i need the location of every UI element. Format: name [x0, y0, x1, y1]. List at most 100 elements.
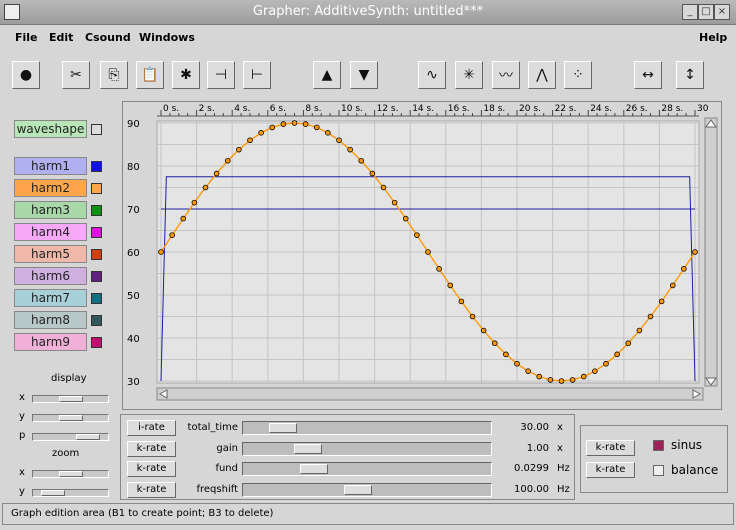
random-wave-button[interactable]: ⋀ — [528, 61, 556, 89]
move-up-button[interactable]: ▲ — [313, 61, 341, 89]
harm1-color-swatch[interactable] — [91, 161, 102, 172]
param-total_time-slider-knob[interactable] — [269, 423, 298, 433]
curve-point[interactable] — [213, 170, 220, 177]
menu-edit[interactable]: Edit — [49, 31, 73, 44]
option-rate-button-1[interactable]: k-rate — [586, 440, 635, 456]
curve-point[interactable] — [458, 298, 465, 305]
copy-button[interactable]: ⎘ — [100, 61, 128, 89]
param-gain-rate-button[interactable]: k-rate — [127, 440, 176, 457]
record-button[interactable]: ● — [12, 61, 40, 89]
cut-button[interactable]: ✂ — [62, 61, 90, 89]
option-rate-button-2[interactable]: k-rate — [586, 462, 635, 478]
curve-point[interactable] — [658, 298, 665, 305]
curve-point[interactable] — [503, 351, 509, 358]
waveshape-toggle[interactable]: waveshape — [14, 120, 87, 138]
curve-point[interactable] — [447, 282, 454, 289]
harm3-toggle[interactable]: harm3 — [14, 201, 87, 219]
harm4-toggle[interactable]: harm4 — [14, 223, 87, 241]
display-p-slider[interactable] — [32, 433, 109, 441]
move-down-button[interactable]: ▼ — [350, 61, 378, 89]
curve-point[interactable] — [380, 184, 387, 191]
curve-point[interactable] — [569, 377, 576, 383]
graph-edit-area[interactable]: 0 s. 2 s. 4 s. 6 s. 8 s. 10 s. 12 s. 14 s. 16 s.… — [122, 101, 722, 410]
curve-point[interactable] — [625, 340, 632, 347]
vertical-scrollbar[interactable] — [704, 117, 718, 387]
stretch-horizontal-button[interactable]: ↔ — [634, 61, 662, 89]
curve-point[interactable] — [258, 130, 264, 136]
zoom-x-slider[interactable] — [32, 470, 109, 478]
noise-button[interactable]: 〰 — [492, 61, 520, 89]
curve-point[interactable] — [536, 373, 543, 380]
curve-point[interactable] — [325, 130, 331, 136]
param-gain-slider[interactable] — [242, 441, 492, 456]
curve-point[interactable] — [480, 327, 487, 334]
curve-point[interactable] — [269, 124, 276, 131]
curve-point[interactable] — [236, 146, 242, 153]
curve-point[interactable] — [525, 368, 531, 374]
display-y-slider-knob[interactable] — [58, 415, 83, 421]
param-total_time-rate-button[interactable]: i-rate — [127, 420, 176, 436]
curve-point[interactable] — [558, 378, 565, 384]
curve-point[interactable] — [636, 327, 643, 334]
display-p-slider-knob[interactable] — [76, 434, 101, 440]
curve-point[interactable] — [391, 199, 398, 206]
curve-point[interactable] — [336, 137, 342, 144]
curve-point[interactable] — [647, 313, 654, 320]
harm9-color-swatch[interactable] — [91, 337, 102, 348]
harm6-toggle[interactable]: harm6 — [14, 267, 87, 285]
curve-point[interactable] — [347, 146, 353, 153]
settings-button[interactable]: ✱ — [172, 61, 200, 89]
import-wave-button[interactable]: ⊢ — [243, 61, 271, 89]
harm2-toggle[interactable]: harm2 — [14, 179, 87, 197]
harm6-color-swatch[interactable] — [91, 271, 102, 282]
curve-point[interactable] — [425, 249, 431, 255]
curve-point[interactable] — [469, 313, 476, 320]
menu-help[interactable]: Help — [699, 31, 727, 44]
param-fund-rate-button[interactable]: k-rate — [127, 461, 176, 477]
curve-point[interactable] — [247, 137, 253, 144]
harm7-toggle[interactable]: harm7 — [14, 289, 87, 307]
curve-point[interactable] — [291, 120, 298, 126]
display-y-slider[interactable] — [32, 414, 109, 422]
balance-checkbox[interactable] — [653, 465, 664, 476]
param-fund-slider[interactable] — [242, 462, 492, 476]
harm4-color-swatch[interactable] — [91, 227, 102, 238]
close-button[interactable]: × — [714, 4, 730, 20]
curve-point[interactable] — [414, 232, 420, 238]
sinus-checkbox[interactable] — [653, 440, 664, 451]
curve-point[interactable] — [614, 351, 620, 358]
paste-button[interactable]: 📋 — [136, 61, 164, 89]
harm2-color-swatch[interactable] — [91, 183, 102, 194]
scatter-button[interactable]: ✳ — [455, 61, 483, 89]
export-wave-button[interactable]: ⊣ — [207, 61, 235, 89]
harm7-color-swatch[interactable] — [91, 293, 102, 304]
curve-point[interactable] — [169, 232, 175, 238]
maximize-button[interactable]: □ — [698, 4, 714, 20]
curve-point[interactable] — [369, 170, 376, 177]
harm8-toggle[interactable]: harm8 — [14, 311, 87, 329]
graph-canvas[interactable]: 0 s. 2 s. 4 s. 6 s. 8 s. 10 s. 12 s. 14 s. 16 s.… — [123, 102, 721, 409]
menu-file[interactable]: File — [15, 31, 38, 44]
curve-point[interactable] — [402, 215, 409, 222]
param-freqshift-slider[interactable] — [242, 482, 492, 497]
display-x-slider[interactable] — [32, 395, 109, 403]
curve-point[interactable] — [491, 340, 498, 347]
minimize-button[interactable]: _ — [682, 4, 698, 20]
curve-point[interactable] — [547, 377, 554, 383]
curve-point[interactable] — [180, 215, 187, 222]
curve-point[interactable] — [158, 249, 164, 255]
harm5-toggle[interactable]: harm5 — [14, 245, 87, 263]
waveshape-checkbox[interactable] — [91, 124, 102, 135]
curve-point[interactable] — [692, 249, 698, 255]
param-freqshift-slider-knob[interactable] — [344, 484, 373, 495]
zoom-x-slider-knob[interactable] — [58, 471, 83, 477]
curve-point[interactable] — [280, 121, 287, 127]
menu-csound[interactable]: Csound — [85, 31, 131, 44]
sine-wave-button[interactable]: ∿ — [418, 61, 446, 89]
zoom-y-slider[interactable] — [32, 489, 109, 497]
param-freqshift-rate-button[interactable]: k-rate — [127, 481, 176, 498]
menu-windows[interactable]: Windows — [139, 31, 195, 44]
curve-point[interactable] — [669, 282, 676, 289]
param-gain-slider-knob[interactable] — [293, 443, 322, 454]
harm8-color-swatch[interactable] — [91, 315, 102, 326]
